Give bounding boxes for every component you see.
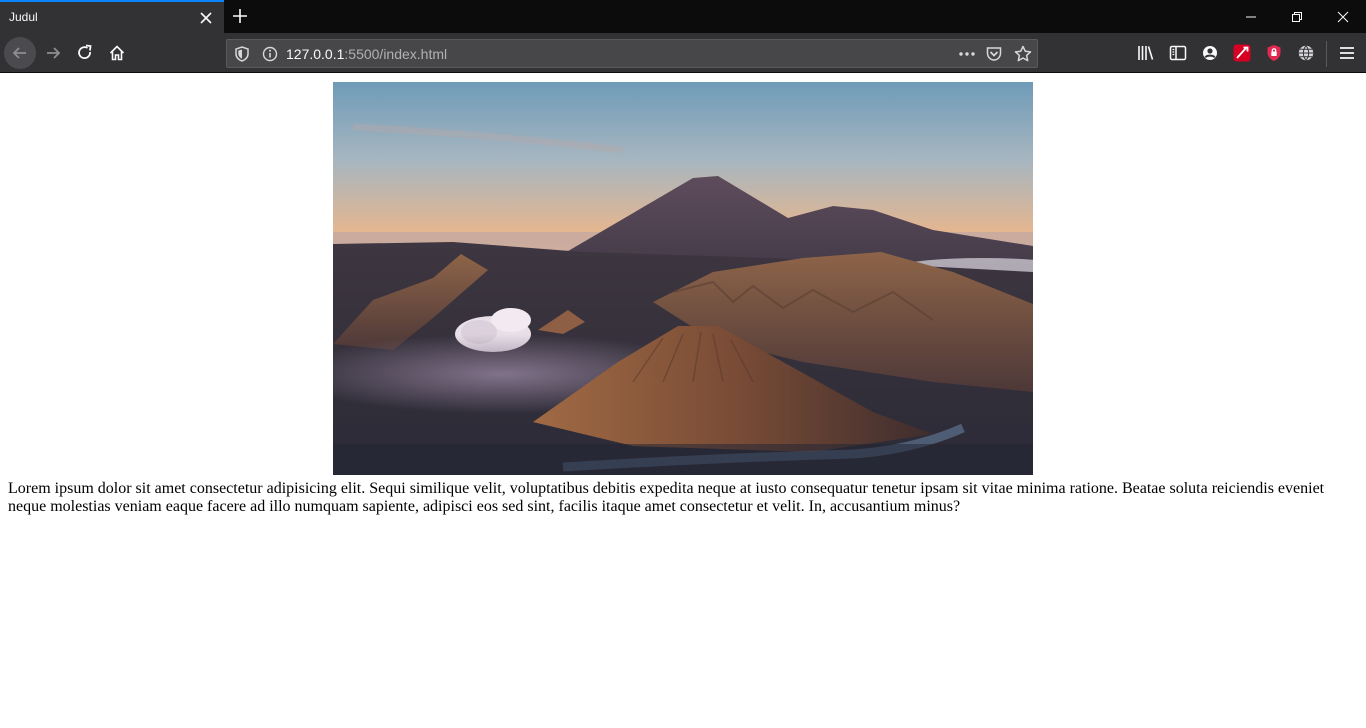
minimize-icon[interactable] <box>1228 0 1274 33</box>
tab-title: Judul <box>9 10 38 24</box>
back-button[interactable] <box>4 37 36 69</box>
arrow-left-icon <box>12 47 26 59</box>
lorem-paragraph: Lorem ipsum dolor sit amet consectetur a… <box>8 480 1325 515</box>
page-actions-icon[interactable] <box>957 45 977 63</box>
url-path: :5500/index.html <box>344 46 448 62</box>
home-button[interactable] <box>101 37 133 69</box>
extension-shield-icon[interactable] <box>1264 43 1284 63</box>
tracking-shield-icon[interactable] <box>233 45 251 63</box>
account-icon[interactable] <box>1200 43 1220 63</box>
toolbar-separator <box>1326 41 1327 67</box>
hamburger-menu-icon[interactable] <box>1337 43 1357 63</box>
close-window-icon[interactable] <box>1320 0 1366 33</box>
reload-icon <box>78 44 92 60</box>
tab-active[interactable]: Judul <box>0 0 224 33</box>
extension-red-icon[interactable] <box>1232 43 1252 63</box>
reload-button[interactable] <box>69 37 101 69</box>
title-bar: Judul <box>0 0 1366 33</box>
page-content: Lorem ipsum dolor sit amet consectetur a… <box>0 74 1366 728</box>
navigation-bar: 127.0.0.1:5500/index.html <box>0 33 1366 73</box>
address-bar[interactable]: 127.0.0.1:5500/index.html <box>226 39 1038 68</box>
volcano-landscape-image <box>333 82 1033 475</box>
restore-icon[interactable] <box>1274 0 1320 33</box>
arrow-right-icon <box>47 47 61 59</box>
new-tab-icon[interactable] <box>230 6 250 26</box>
bookmark-star-icon[interactable] <box>1013 44 1033 64</box>
close-tab-icon[interactable] <box>197 9 215 27</box>
home-icon <box>109 45 125 61</box>
site-info-icon[interactable] <box>261 45 279 63</box>
forward-button[interactable] <box>37 37 69 69</box>
pocket-icon[interactable] <box>985 45 1003 63</box>
sidebar-icon[interactable] <box>1168 43 1188 63</box>
globe-icon[interactable] <box>1296 43 1316 63</box>
library-icon[interactable] <box>1136 43 1156 63</box>
url-text[interactable]: 127.0.0.1:5500/index.html <box>286 46 447 62</box>
url-host: 127.0.0.1 <box>286 46 345 62</box>
